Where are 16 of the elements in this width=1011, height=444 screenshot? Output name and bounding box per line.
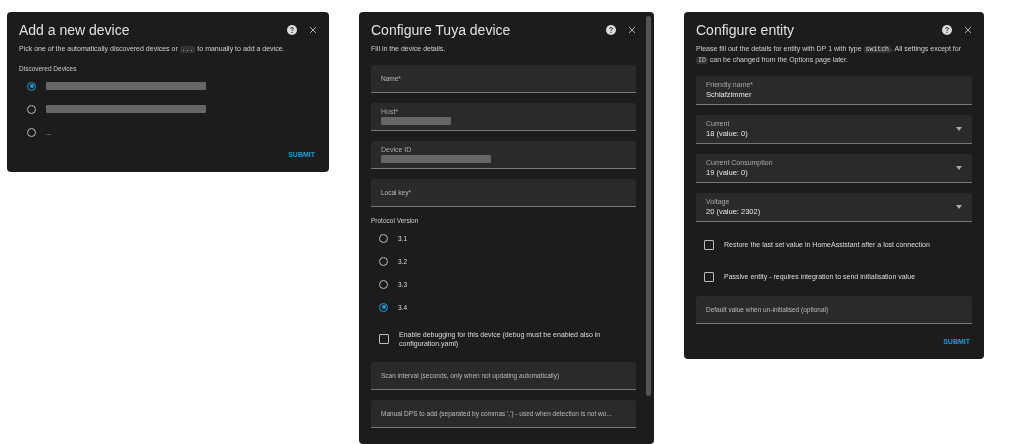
caret-icon bbox=[956, 165, 962, 170]
checkbox[interactable] bbox=[704, 239, 714, 250]
close-icon[interactable] bbox=[964, 26, 972, 34]
dialog-title: Configure entity bbox=[696, 22, 796, 38]
close-icon[interactable] bbox=[309, 26, 317, 34]
help-icon[interactable] bbox=[287, 25, 297, 35]
help-icon[interactable] bbox=[942, 25, 952, 35]
dialog-title: Add a new device bbox=[19, 22, 131, 38]
help-icon[interactable] bbox=[606, 25, 616, 35]
checkbox[interactable] bbox=[379, 333, 389, 344]
dialog-title: Configure Tuya device bbox=[371, 22, 512, 38]
checkbox[interactable] bbox=[704, 271, 714, 282]
scrollbar[interactable] bbox=[646, 16, 651, 396]
caret-icon bbox=[956, 126, 962, 131]
close-icon[interactable] bbox=[628, 26, 636, 34]
caret-icon bbox=[956, 204, 962, 209]
